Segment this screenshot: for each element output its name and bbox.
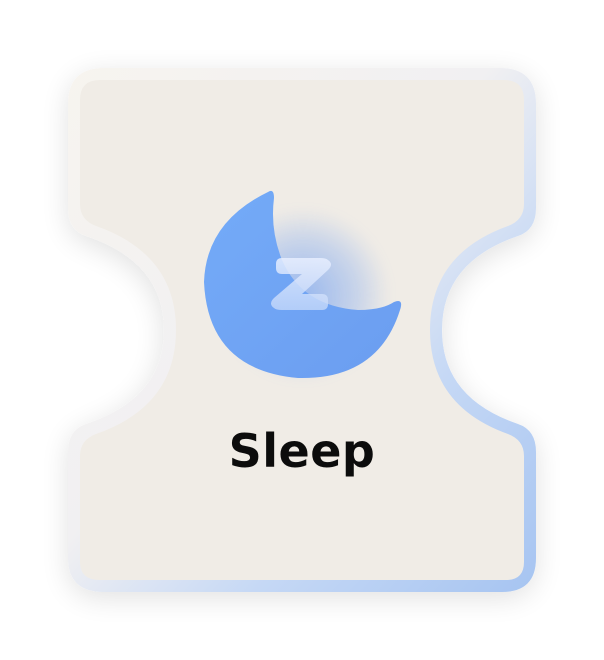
moon-sleep-icon — [178, 170, 418, 400]
sleep-tile-stage: Sleep — [0, 0, 604, 660]
tile-label: Sleep — [228, 424, 376, 478]
moon-icon — [204, 190, 402, 379]
